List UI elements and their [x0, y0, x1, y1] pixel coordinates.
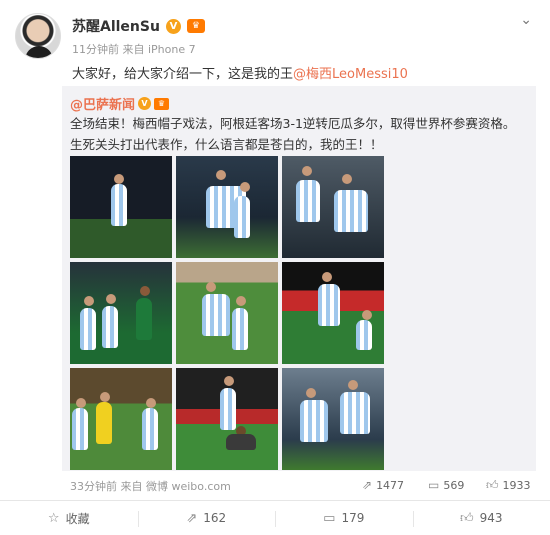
- repost-forward-count[interactable]: ⇗ 1477: [362, 478, 404, 492]
- like-count: 1933: [502, 479, 531, 492]
- photo-grid: [70, 156, 384, 470]
- verified-badge-icon: V: [165, 18, 181, 34]
- chevron-down-icon[interactable]: ⌄: [520, 12, 532, 28]
- avatar[interactable]: [15, 13, 61, 59]
- repost-comment-count[interactable]: ▭ 569: [428, 478, 464, 492]
- repost-text: 全场结束！梅西帽子戏法，阿根廷客场3-1逆转厄瓜多尔，取得世界杯参赛资格。生死关…: [70, 116, 516, 152]
- comment-icon: ▭: [428, 478, 440, 492]
- like-button[interactable]: 👍︎ 943: [412, 501, 550, 535]
- comment-icon: ▭: [323, 510, 336, 526]
- verified-badge-icon: V: [138, 97, 152, 110]
- comment-label: 179: [341, 511, 365, 525]
- repost-like-count[interactable]: 👍︎ 1933: [486, 478, 531, 493]
- forward-label: 162: [203, 511, 227, 525]
- thumbs-up-icon: 👍︎: [460, 510, 474, 526]
- forward-icon: ⇗: [362, 478, 373, 492]
- repost-author-row: @巴萨新闻 V ♛: [70, 94, 170, 113]
- like-label: 943: [479, 511, 503, 525]
- photo-thumbnail[interactable]: [282, 368, 384, 470]
- repost-card: @巴萨新闻 V ♛ 全场结束！梅西帽子戏法，阿根廷客场3-1逆转厄瓜多尔，取得世…: [62, 86, 536, 493]
- photo-thumbnail[interactable]: [70, 262, 172, 364]
- comment-count: 569: [443, 478, 465, 492]
- forward-button[interactable]: ⇗ 162: [137, 501, 276, 535]
- repost-footer-meta: 33分钟前 来自 微博 weibo.com: [70, 480, 231, 493]
- mention-link[interactable]: @梅西LeoMessi10: [293, 67, 408, 82]
- photo-thumbnail[interactable]: [282, 156, 384, 258]
- photo-thumbnail[interactable]: [70, 368, 172, 470]
- star-icon: ☆: [47, 510, 60, 526]
- photo-thumbnail[interactable]: [176, 368, 278, 470]
- thumbs-up-icon: 👍︎: [486, 478, 499, 492]
- action-bar: ☆ 收藏 ⇗ 162 ▭ 179 👍︎ 943: [0, 500, 550, 535]
- post-meta: 11分钟前 来自 iPhone 7: [72, 43, 196, 56]
- forward-count: 1477: [376, 478, 405, 492]
- photo-thumbnail[interactable]: [282, 262, 384, 364]
- username[interactable]: 苏醒AllenSu: [72, 16, 160, 36]
- weibo-post: 苏醒AllenSu V ♛ 11分钟前 来自 iPhone 7 ⌄ 大家好，给大…: [0, 0, 550, 535]
- crown-badge-icon: ♛: [154, 97, 170, 110]
- favorite-label: 收藏: [65, 511, 90, 526]
- photo-thumbnail[interactable]: [176, 156, 278, 258]
- favorite-button[interactable]: ☆ 收藏: [0, 501, 138, 535]
- crown-badge-icon: ♛: [186, 19, 205, 33]
- author-row: 苏醒AllenSu V ♛: [72, 16, 205, 36]
- post-text: 大家好，给大家介绍一下，这是我的王@梅西LeoMessi10: [72, 63, 408, 82]
- post-text-body: 大家好，给大家介绍一下，这是我的王: [72, 67, 294, 82]
- photo-thumbnail[interactable]: [70, 156, 172, 258]
- repost-author-link[interactable]: @巴萨新闻: [70, 94, 135, 113]
- comment-button[interactable]: ▭ 179: [275, 501, 413, 535]
- photo-thumbnail[interactable]: [176, 262, 278, 364]
- forward-icon: ⇗: [186, 510, 198, 526]
